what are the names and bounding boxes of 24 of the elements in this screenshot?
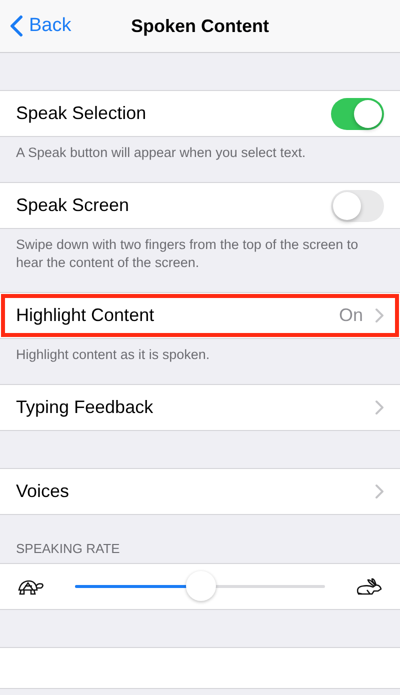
settings-row[interactable]: Highlight Content On [0, 293, 400, 338]
settings-row[interactable]: Speak Selection [0, 91, 400, 136]
back-button[interactable]: Back [0, 15, 72, 37]
page-title: Spoken Content [131, 16, 269, 36]
settings-row[interactable]: Typing Feedback [0, 385, 400, 430]
chevron-right-icon [375, 484, 384, 499]
chevron-right-icon [375, 400, 384, 415]
section-header: SPEAKING RATE [16, 541, 120, 556]
chevron-left-icon [10, 15, 23, 37]
rabbit-icon [354, 576, 384, 596]
row-label: Voices [16, 481, 70, 502]
section-footer: A Speak button will appear when you select text. [0, 137, 400, 170]
row-label: Speak Screen [16, 195, 130, 216]
toggle-switch[interactable] [331, 190, 384, 222]
row-value: On [338, 305, 363, 326]
chevron-right-icon [375, 308, 384, 323]
row-label: Typing Feedback [16, 397, 154, 418]
section-footer: Swipe down with two fingers from the top of the screen to hear the content of the screen. [0, 229, 400, 280]
toggle-switch[interactable] [331, 98, 384, 130]
section-footer: Highlight content as it is spoken. [0, 339, 400, 372]
row-label: Speak Selection [16, 103, 148, 124]
row-label: Highlight Content [16, 305, 156, 326]
settings-row[interactable]: Speak Screen [0, 183, 400, 228]
settings-row[interactable]: Voices [0, 469, 400, 514]
